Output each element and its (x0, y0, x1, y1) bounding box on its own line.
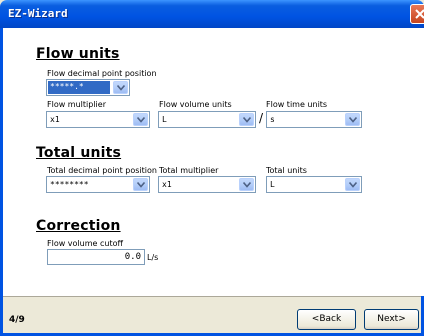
flow-volume-units-select[interactable]: L (158, 111, 256, 128)
wizard-window: EZ-Wizard Flow units Flow decimal point … (0, 0, 424, 336)
back-button[interactable]: <Back (297, 309, 356, 330)
flow-multiplier-select[interactable]: x1 (46, 111, 150, 128)
flow-decimal-point-value: *****.* (48, 81, 110, 94)
dropdown-arrow[interactable] (239, 178, 254, 191)
flow-time-units-label: Flow time units (266, 100, 328, 109)
footer-divider (3, 296, 421, 297)
flow-time-units-value: s (270, 115, 275, 124)
flow-time-units-select[interactable]: s (266, 111, 362, 128)
page-indicator: 4/9 (9, 315, 25, 325)
flow-volume-units-value: L (162, 115, 167, 124)
dropdown-arrow[interactable] (133, 113, 148, 126)
chevron-down-icon (137, 117, 145, 123)
dropdown-arrow[interactable] (239, 113, 254, 126)
total-decimal-point-label: Total decimal point position (47, 166, 157, 175)
dropdown-arrow[interactable] (113, 81, 128, 94)
correction-heading: Correction (36, 218, 121, 234)
chevron-down-icon (349, 182, 357, 188)
total-units-select[interactable]: L (266, 176, 362, 193)
flow-units-heading: Flow units (36, 46, 120, 62)
flow-multiplier-value: x1 (50, 115, 60, 124)
next-button[interactable]: Next> (364, 309, 419, 330)
flow-decimal-point-label: Flow decimal point position (47, 69, 157, 78)
total-units-value: L (270, 180, 275, 189)
dropdown-arrow[interactable] (345, 113, 360, 126)
total-units-heading: Total units (36, 145, 122, 161)
flow-decimal-point-select[interactable]: *****.* (46, 79, 130, 96)
chevron-down-icon (243, 182, 251, 188)
chevron-down-icon (117, 85, 125, 91)
flow-volume-cutoff-label: Flow volume cutoff (47, 239, 123, 248)
units-separator: / (259, 111, 264, 125)
total-units-label: Total units (266, 166, 307, 175)
dropdown-arrow[interactable] (345, 178, 360, 191)
total-decimal-point-select[interactable]: ******** (46, 176, 150, 193)
close-button[interactable] (410, 4, 424, 24)
flow-volume-cutoff-value: 0.0 (124, 252, 141, 262)
chevron-down-icon (243, 117, 251, 123)
flow-volume-cutoff-unit: L/s (147, 253, 159, 262)
close-icon (415, 9, 424, 19)
total-multiplier-label: Total multiplier (159, 166, 219, 175)
total-multiplier-value: x1 (162, 180, 172, 189)
total-decimal-point-value: ******** (50, 180, 89, 189)
chevron-down-icon (137, 182, 145, 188)
window-title: EZ-Wizard (8, 7, 68, 20)
dropdown-arrow[interactable] (133, 178, 148, 191)
flow-volume-units-label: Flow volume units (159, 100, 232, 109)
chevron-down-icon (349, 117, 357, 123)
flow-volume-cutoff-input[interactable]: 0.0 (47, 249, 145, 265)
wizard-content: Flow units Flow decimal point position *… (3, 28, 424, 296)
title-bar[interactable]: EZ-Wizard (0, 0, 424, 28)
total-multiplier-select[interactable]: x1 (158, 176, 256, 193)
flow-multiplier-label: Flow multiplier (47, 100, 106, 109)
